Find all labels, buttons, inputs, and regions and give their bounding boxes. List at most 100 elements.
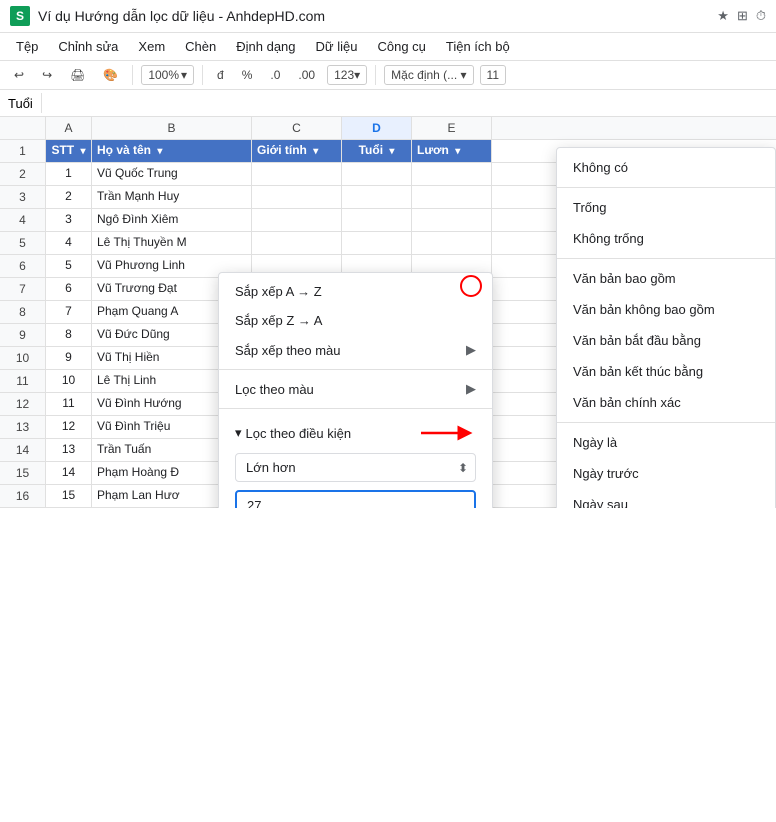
condition-textstartswith-item[interactable]: Văn bản bắt đầu bằng: [557, 325, 775, 356]
condition-select[interactable]: Lớn hơn: [235, 453, 476, 482]
cell-hoten: Lê Thị Thuyền M: [92, 232, 252, 254]
condition-textendswith-item[interactable]: Văn bản kết thúc bằng: [557, 356, 775, 387]
history-icon[interactable]: ⏱: [756, 8, 766, 24]
condition-dateis-item[interactable]: Ngày là: [557, 427, 775, 458]
sort-za-item[interactable]: Sắp xếp Z → A: [219, 306, 492, 335]
condition-textexact-item[interactable]: Văn bản chính xác: [557, 387, 775, 418]
condition-label-text: Lọc theo điều kiện: [246, 426, 352, 441]
font-size-selector[interactable]: 11: [480, 65, 506, 85]
page-title: Ví dụ Hướng dẫn lọc dữ liệu - AnhdepHD.c…: [38, 8, 709, 24]
condition-notempty-item[interactable]: Không trống: [557, 223, 775, 254]
cell-luong: [412, 232, 492, 254]
cell-gioitinh: [252, 209, 342, 231]
sort-by-color-arrow: ▶: [466, 342, 476, 358]
filter-condition-section: ▾ Lọc theo điều kiện Lớn: [219, 413, 492, 508]
cell-tuoi: [342, 209, 412, 231]
menu-edit[interactable]: Chỉnh sửa: [50, 35, 126, 58]
font-selector[interactable]: Mặc định (... ▾: [384, 65, 473, 85]
right-sep-2: [557, 422, 775, 423]
decimal1-btn[interactable]: .0: [264, 65, 286, 85]
cell-stt: 9: [46, 347, 92, 369]
cell-stt: 8: [46, 324, 92, 346]
cell-stt: 6: [46, 278, 92, 300]
star-icon[interactable]: ★: [717, 8, 729, 24]
sort-az-label: Sắp xếp A → Z: [235, 284, 322, 299]
header-luong[interactable]: Lươn ▾: [412, 140, 492, 162]
currency-btn[interactable]: đ: [211, 65, 230, 85]
header-hoten[interactable]: Họ và tên ▾: [92, 140, 252, 162]
filter-icon-luong[interactable]: ▾: [455, 146, 460, 157]
paint-button[interactable]: 🎨: [97, 65, 124, 85]
col-header-row: [0, 117, 46, 139]
filter-condition-label[interactable]: ▾ Lọc theo điều kiện: [235, 421, 476, 445]
row-num: 7: [0, 278, 46, 300]
font-size-value: 11: [487, 68, 499, 82]
right-sep-1: [557, 258, 775, 259]
condition-no-item[interactable]: Không có: [557, 152, 775, 183]
sort-by-color-item[interactable]: Sắp xếp theo màu ▶: [219, 335, 492, 365]
menu-file[interactable]: Tệp: [8, 35, 46, 58]
row-num: 11: [0, 370, 46, 392]
redo-button[interactable]: ↪: [36, 65, 58, 85]
title-bar: S Ví dụ Hướng dẫn lọc dữ liệu - AnhdepHD…: [0, 0, 776, 33]
toolbar-sep-3: [375, 65, 376, 85]
col-header-a: A: [46, 117, 92, 139]
row-num: 12: [0, 393, 46, 415]
filter-icon-tuoi[interactable]: ▾: [389, 146, 394, 157]
menu-addons[interactable]: Tiện ích bộ: [438, 35, 518, 58]
condition-dateafter-item[interactable]: Ngày sau: [557, 489, 775, 508]
row-num: 3: [0, 186, 46, 208]
menu-data[interactable]: Dữ liệu: [308, 35, 366, 58]
cell-gioitinh: [252, 163, 342, 185]
header-tuoi[interactable]: Tuổi ▾: [342, 140, 412, 162]
menu-bar: Tệp Chỉnh sửa Xem Chèn Định dạng Dữ liệu…: [0, 33, 776, 61]
filter-icon-hoten[interactable]: ▾: [157, 146, 162, 157]
cell-stt: 15: [46, 485, 92, 507]
menu-insert[interactable]: Chèn: [177, 35, 224, 58]
menu-view[interactable]: Xem: [130, 35, 173, 58]
condition-textcontains-item[interactable]: Văn bản bao gồm: [557, 263, 775, 294]
filter-sep-2: [219, 408, 492, 409]
red-arrow-icon: [421, 421, 476, 445]
decimal2-btn[interactable]: .00: [292, 65, 321, 85]
condition-datebefore-item[interactable]: Ngày trước: [557, 458, 775, 489]
title-icons: ★ ⊞ ⏱: [717, 8, 766, 24]
header-gioitinh[interactable]: Giới tính ▾: [252, 140, 342, 162]
row-num: 9: [0, 324, 46, 346]
print-button[interactable]: 🖨: [64, 65, 91, 85]
more-decimals-label: 123▾: [334, 68, 360, 82]
menu-format[interactable]: Định dạng: [228, 35, 303, 58]
percent-btn[interactable]: %: [236, 65, 259, 85]
sort-by-color-label: Sắp xếp theo màu: [235, 343, 341, 358]
cell-tuoi: [342, 163, 412, 185]
cell-stt: 10: [46, 370, 92, 392]
condition-empty-item[interactable]: Trống: [557, 192, 775, 223]
zoom-control[interactable]: 100% ▾: [141, 65, 194, 85]
undo-button[interactable]: ↩: [8, 65, 30, 85]
cell-gioitinh: [252, 186, 342, 208]
formula-separator: [41, 93, 42, 113]
filter-dropdown: Sắp xếp A → Z Sắp xếp Z → A Sắp xếp theo…: [218, 272, 493, 508]
cell-gioitinh: [252, 232, 342, 254]
filter-icon-gioitinh[interactable]: ▾: [313, 146, 318, 157]
bookmark-icon[interactable]: ⊞: [737, 8, 748, 24]
filter-by-color-item[interactable]: Lọc theo màu ▶: [219, 374, 492, 404]
more-decimals[interactable]: 123▾: [327, 65, 367, 85]
row-num: 2: [0, 163, 46, 185]
filter-sep-1: [219, 369, 492, 370]
cell-stt: 11: [46, 393, 92, 415]
sort-az-item[interactable]: Sắp xếp A → Z: [219, 277, 492, 306]
filter-icon-stt[interactable]: ▾: [80, 146, 85, 157]
toolbar-sep-1: [132, 65, 133, 85]
cell-hoten: Ngô Đình Xiêm: [92, 209, 252, 231]
condition-value-input[interactable]: 27: [235, 490, 476, 508]
menu-tools[interactable]: Công cụ: [369, 35, 433, 58]
cell-tuoi: [342, 232, 412, 254]
app-icon: S: [10, 6, 30, 26]
row-num: 8: [0, 301, 46, 323]
header-stt[interactable]: STT ▾: [46, 140, 92, 162]
toolbar: ↩ ↪ 🖨 🎨 100% ▾ đ % .0 .00 123▾ Mặc định …: [0, 61, 776, 90]
font-value: Mặc định (... ▾: [391, 68, 466, 82]
zoom-arrow: ▾: [181, 68, 187, 82]
condition-textnotcontains-item[interactable]: Văn bản không bao gồm: [557, 294, 775, 325]
